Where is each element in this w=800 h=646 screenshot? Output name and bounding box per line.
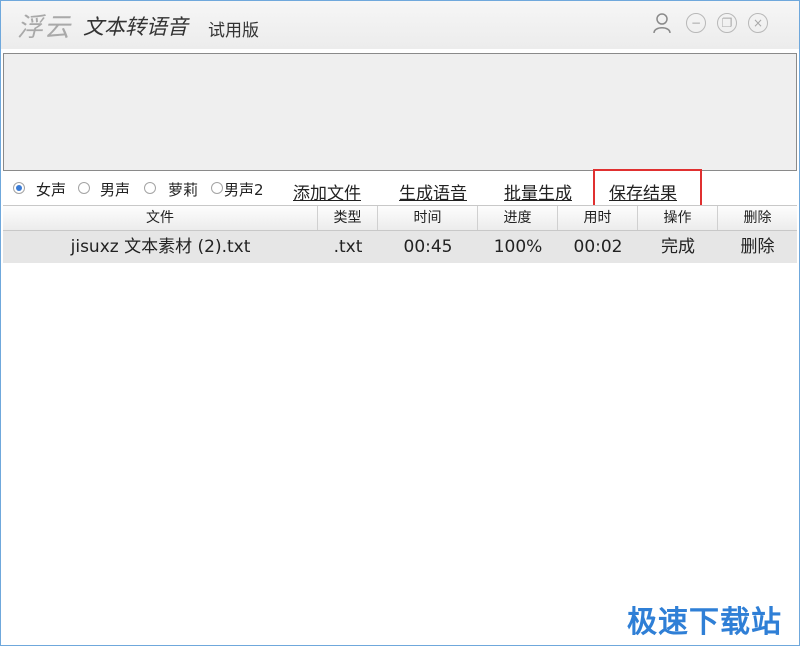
column-delete[interactable]: 删除 <box>718 206 797 230</box>
radio-loli[interactable] <box>144 182 156 194</box>
column-time[interactable]: 时间 <box>378 206 478 230</box>
watermark: 极速下载站 <box>627 605 782 640</box>
close-button[interactable]: × <box>748 13 768 33</box>
cell-delete-button[interactable]: 删除 <box>718 231 797 263</box>
table-header: 文件 类型 时间 进度 用时 操作 删除 <box>3 205 797 231</box>
column-elapsed[interactable]: 用时 <box>558 206 638 230</box>
restore-button[interactable]: ❐ <box>717 13 737 33</box>
text-input-area[interactable] <box>3 53 797 171</box>
radio-male2[interactable] <box>211 182 223 194</box>
cell-progress: 100% <box>493 237 543 257</box>
title-bar[interactable]: 浮云 文本转语音 试用版 − ❐ × <box>1 1 799 49</box>
voice-label-male[interactable]: 男声 <box>100 179 130 200</box>
batch-generate-button[interactable]: 批量生成 <box>504 179 572 204</box>
cell-time: 00:45 <box>403 237 453 257</box>
voice-label-female[interactable]: 女声 <box>36 179 66 200</box>
user-icon[interactable] <box>651 11 673 35</box>
cell-elapsed: 00:02 <box>573 237 623 257</box>
file-table: 文件 类型 时间 进度 用时 操作 删除 jisuxz 文本素材 (2).txt… <box>3 205 797 263</box>
brand-logo: 浮云 <box>17 13 72 43</box>
cell-type: .txt <box>333 237 363 257</box>
radio-male[interactable] <box>78 182 90 194</box>
table-row[interactable]: jisuxz 文本素材 (2).txt .txt 00:45 100% 00:0… <box>3 231 797 263</box>
app-window: 浮云 文本转语音 试用版 − ❐ × 女声 男声 萝莉 男声2 添加文件 生成语… <box>0 0 800 646</box>
cell-file: jisuxz 文本素材 (2).txt <box>70 237 251 257</box>
minimize-button[interactable]: − <box>686 13 706 33</box>
column-type[interactable]: 类型 <box>318 206 378 230</box>
generate-speech-button[interactable]: 生成语音 <box>399 179 467 204</box>
save-result-highlight <box>593 169 702 209</box>
voice-label-male2[interactable]: 男声2 <box>224 179 264 200</box>
column-file[interactable]: 文件 <box>3 206 318 230</box>
column-action[interactable]: 操作 <box>638 206 718 230</box>
edition-label: 试用版 <box>208 21 259 41</box>
cell-action: 完成 <box>661 237 695 257</box>
column-progress[interactable]: 进度 <box>478 206 558 230</box>
voice-label-loli[interactable]: 萝莉 <box>168 179 198 200</box>
add-file-button[interactable]: 添加文件 <box>293 179 361 204</box>
app-title: 文本转语音 <box>83 15 188 39</box>
radio-female[interactable] <box>13 182 25 194</box>
